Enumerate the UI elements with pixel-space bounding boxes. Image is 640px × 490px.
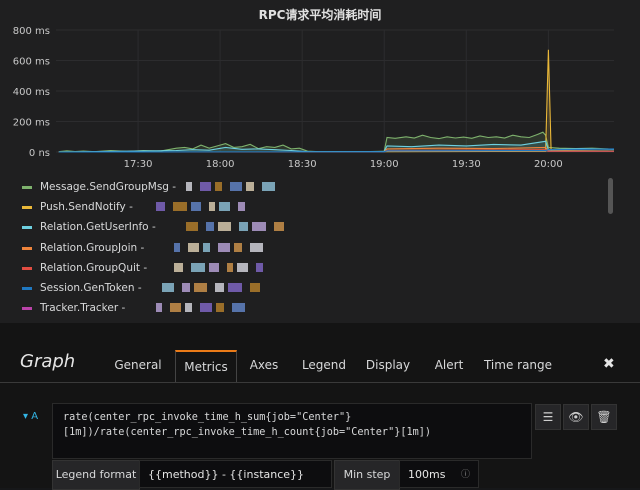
legend-swatch	[22, 286, 32, 290]
legend-label: Relation.GroupJoin -	[40, 241, 145, 254]
x-tick-label: 19:00	[370, 159, 399, 170]
legend-label: Tracker.Tracker -	[40, 302, 126, 315]
tab-axes[interactable]: Axes	[240, 350, 288, 381]
y-tick-label: 800 ms	[13, 26, 50, 37]
legend-swatch	[22, 307, 32, 311]
redacted-instance-block	[184, 222, 286, 232]
legend-item[interactable]: Relation.GetUserInfo -	[22, 218, 612, 238]
chart-area[interactable]: 800 ms 600 ms 400 ms 200 ms 0 ns 17:30 18:00 18…	[0, 0, 640, 178]
legend-item[interactable]: Tracker.Tracker -	[22, 299, 612, 319]
trash-icon[interactable]: 🗑	[591, 404, 617, 430]
query-editor[interactable]: rate(center_rpc_invoke_time_h_sum{job="C…	[52, 403, 532, 459]
legend-label: Push.SendNotify -	[40, 201, 133, 214]
legend-format-input[interactable]: {{method}} - {{instance}}	[139, 460, 332, 488]
legend-label: Message.SendGroupMsg -	[40, 181, 177, 193]
legend-swatch	[22, 206, 32, 210]
chart-legend: Message.SendGroupMsg - Push.SendNotify - R…	[22, 178, 612, 323]
editor-tabs: General Metrics Axes Legend Display Alert Time…	[0, 350, 640, 382]
tab-legend[interactable]: Legend	[296, 350, 352, 381]
legend-label: Session.GenToken -	[40, 281, 142, 294]
y-tick-label: 200 ms	[13, 118, 50, 129]
legend-item[interactable]: Push.SendNotify -	[22, 198, 612, 218]
redacted-instance-block	[172, 262, 265, 272]
y-tick-label: 600 ms	[13, 57, 50, 68]
legend-format-label: Legend format	[52, 460, 140, 490]
legend-swatch	[22, 266, 32, 270]
query-row-toggle[interactable]: ▾ A	[23, 411, 38, 422]
redacted-instance-block	[160, 282, 262, 292]
legend-item[interactable]: Message.SendGroupMsg -	[22, 178, 612, 198]
tab-metrics[interactable]: Metrics	[175, 350, 237, 382]
x-tick-label: 19:30	[452, 159, 481, 170]
x-tick-label: 17:30	[124, 159, 153, 170]
legend-swatch	[22, 226, 32, 230]
tab-general[interactable]: General	[104, 350, 172, 381]
redacted-instance-block	[172, 242, 265, 252]
min-step-input[interactable]: 100ms ⓘ	[399, 460, 479, 488]
query-text[interactable]: rate(center_rpc_invoke_time_h_sum{job="C…	[63, 410, 523, 440]
tab-divider	[0, 382, 640, 383]
redacted-instance-block	[154, 202, 247, 212]
legend-label: Relation.GroupQuit -	[40, 261, 148, 274]
graph-panel: RPC请求平均消耗时间 800 ms 600 ms 400 ms 200 ms 0 ns…	[0, 0, 640, 323]
tab-time-range[interactable]: Time range	[478, 350, 558, 381]
tab-alert[interactable]: Alert	[426, 350, 472, 381]
legend-item[interactable]: Session.GenToken -	[22, 279, 612, 299]
redacted-instance-block	[184, 182, 277, 191]
min-step-label: Min step	[334, 460, 400, 490]
x-tick-label: 18:30	[288, 159, 317, 170]
x-tick-label: 18:00	[206, 159, 235, 170]
y-tick-label: 400 ms	[13, 87, 50, 98]
redacted-instance-block	[154, 303, 247, 313]
eye-icon[interactable]: 👁	[563, 404, 589, 430]
y-tick-label: 0 ns	[29, 148, 50, 159]
close-icon[interactable]: ✖	[603, 356, 615, 372]
legend-scrollbar[interactable]	[608, 178, 613, 214]
info-icon[interactable]: ⓘ	[461, 461, 470, 489]
legend-item[interactable]: Relation.GroupQuit -	[22, 259, 612, 279]
query-ref-id: A	[31, 411, 39, 422]
legend-item[interactable]: Relation.GroupJoin -	[22, 239, 612, 259]
legend-label: Relation.GetUserInfo -	[40, 221, 156, 234]
menu-icon[interactable]: ☰	[535, 404, 561, 430]
legend-swatch	[22, 186, 32, 189]
tab-display[interactable]: Display	[358, 350, 418, 381]
legend-swatch	[22, 246, 32, 250]
min-step-value: 100ms	[408, 468, 446, 481]
x-tick-label: 20:00	[534, 159, 563, 170]
